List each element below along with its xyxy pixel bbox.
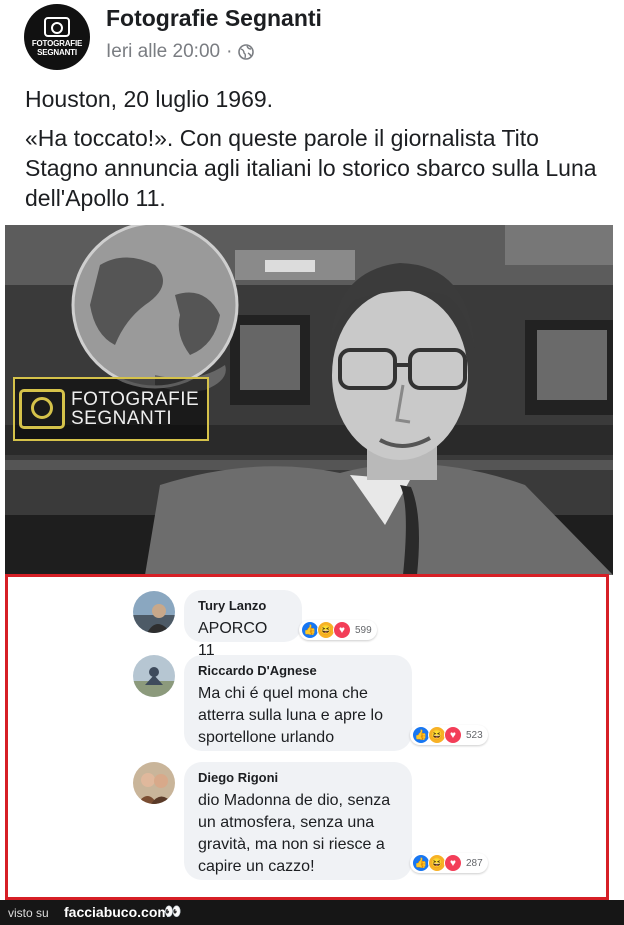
love-icon: ♥ — [333, 621, 351, 639]
comment-author[interactable]: Tury Lanzo — [198, 598, 288, 613]
reactions-summary[interactable]: 👍 😆 ♥ 599 — [299, 620, 377, 640]
globe-icon[interactable] — [238, 44, 255, 60]
commenter-avatar[interactable] — [133, 655, 175, 697]
post-text: Houston, 20 luglio 1969. «Ha toccato!». … — [25, 84, 615, 222]
eyes-icon: 👀 — [164, 903, 182, 919]
site-footer: visto su facciabuco.com 👀 — [0, 900, 624, 925]
comment-text-line: gravità, ma non si riesce a — [198, 836, 385, 853]
watermark: FOTOGRAFIE SEGNANTI — [13, 377, 209, 441]
avatar-text-2: SEGNANTI — [37, 48, 77, 57]
camera-icon — [44, 17, 70, 37]
avatar-text-1: FOTOGRAFIE — [31, 39, 83, 48]
comment-text-line: Ma chi é quel mona che — [198, 685, 368, 702]
reaction-count: 523 — [466, 729, 483, 741]
camera-icon — [19, 389, 65, 429]
post-meta: Ieri alle 20:00 · — [106, 41, 255, 63]
comments-highlight-box: Tury Lanzo APORCO 11 👍 😆 ♥ 599 Riccardo … — [5, 574, 609, 900]
comment-bubble: Tury Lanzo APORCO 11 — [184, 590, 302, 659]
love-icon: ♥ — [444, 854, 462, 872]
footer-visto-su: visto su — [8, 906, 49, 920]
post-image[interactable]: FOTOGRAFIE SEGNANTI — [5, 225, 613, 575]
reaction-count: 599 — [355, 624, 372, 636]
footer-brand-link[interactable]: facciabuco.com — [64, 904, 170, 920]
post-timestamp[interactable]: Ieri alle 20:00 — [106, 41, 220, 63]
comment-author[interactable]: Diego Rigoni — [198, 770, 398, 785]
comment-text-line: atterra sulla luna e apre lo — [198, 707, 383, 724]
post-text-line-1: Houston, 20 luglio 1969. — [25, 86, 274, 112]
reaction-count: 287 — [466, 857, 483, 869]
watermark-line-2: SEGNANTI — [71, 408, 173, 429]
comment-bubble: Riccardo D'Agnese Ma chi é quel mona che… — [184, 655, 412, 751]
post-header: FOTOGRAFIE SEGNANTI Fotografie Segnanti … — [0, 0, 624, 80]
commenter-avatar[interactable] — [133, 762, 175, 804]
love-icon: ♥ — [444, 726, 462, 744]
page-name-link[interactable]: Fotografie Segnanti — [106, 5, 322, 32]
comment-text-line: capire un cazzo! — [198, 858, 315, 875]
reactions-summary[interactable]: 👍 😆 ♥ 287 — [410, 853, 488, 873]
meta-separator: · — [226, 41, 233, 62]
comment-text-line: un atmosfera, senza una — [198, 814, 375, 831]
comment-text-line: dio Madonna de dio, senza — [198, 792, 391, 809]
commenter-avatar[interactable] — [133, 591, 175, 633]
watermark-line-1: FOTOGRAFIE — [71, 389, 200, 410]
post-text-line-2: «Ha toccato!». Con queste parole il gior… — [25, 125, 597, 211]
comment-author[interactable]: Riccardo D'Agnese — [198, 663, 398, 678]
comment-text-line: sportellone urlando — [198, 729, 335, 746]
comment-bubble: Diego Rigoni dio Madonna de dio, senza u… — [184, 762, 412, 880]
page-avatar[interactable]: FOTOGRAFIE SEGNANTI — [24, 4, 90, 70]
reactions-summary[interactable]: 👍 😆 ♥ 523 — [410, 725, 488, 745]
